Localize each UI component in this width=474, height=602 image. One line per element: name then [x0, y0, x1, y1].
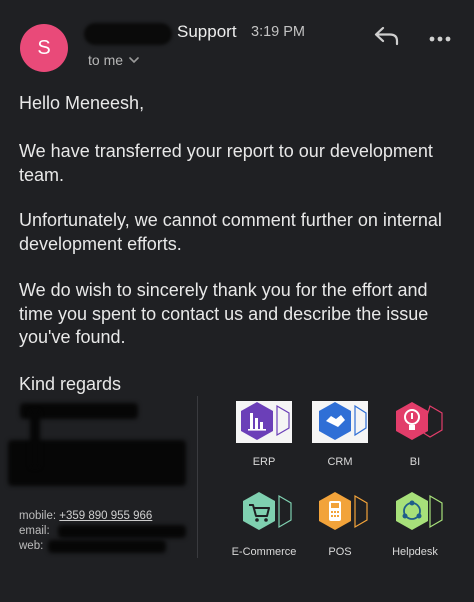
redacted-email-value	[58, 525, 186, 538]
helpdesk-icon	[386, 490, 444, 534]
pos-icon	[311, 490, 369, 534]
reply-icon	[374, 26, 400, 51]
mobile-link[interactable]: +359 890 955 966	[59, 510, 152, 522]
mobile-label: mobile:	[19, 510, 57, 522]
module-helpdesk[interactable]: Helpdesk	[377, 490, 453, 558]
module-label: CRM	[327, 456, 353, 468]
paragraph-3: We do wish to sincerely thank you for th…	[19, 280, 429, 347]
module-label: ERP	[252, 456, 276, 468]
email-label: email:	[19, 525, 50, 537]
signature-divider	[197, 396, 198, 558]
chevron-down-icon	[129, 55, 139, 67]
module-crm[interactable]: CRM	[302, 400, 378, 468]
bi-icon	[386, 400, 444, 444]
recipient-toggle[interactable]: to me	[88, 52, 139, 68]
redacted-web-value	[48, 540, 166, 553]
contact-web: web:	[19, 540, 43, 552]
more-horizontal-icon	[429, 29, 451, 47]
message-time: 3:19 PM	[251, 24, 305, 40]
sender-avatar[interactable]: S	[20, 24, 68, 72]
module-label: BI	[409, 456, 421, 468]
avatar-letter: S	[37, 36, 51, 59]
email-view: S Support 3:19 PM to me Hello Meneesh, W…	[0, 0, 474, 602]
web-label: web:	[19, 540, 44, 552]
contact-mobile: mobile: +359 890 955 966	[19, 510, 152, 522]
reply-button[interactable]	[373, 26, 401, 50]
closing: Kind regards	[19, 374, 122, 394]
redacted-sender-prefix	[84, 23, 172, 45]
recipient-label: to me	[88, 52, 124, 68]
module-label: Helpdesk	[392, 546, 438, 558]
module-ecommerce[interactable]: E-Commerce	[226, 490, 302, 558]
greeting: Hello Meneesh,	[19, 93, 145, 113]
paragraph-2: Unfortunately, we cannot comment further…	[19, 210, 442, 254]
module-bi[interactable]: BI	[377, 400, 453, 468]
redacted-signature-mark	[30, 410, 40, 468]
module-pos[interactable]: POS	[302, 490, 378, 558]
ecommerce-icon	[235, 490, 293, 534]
paragraph-1: We have transferred your report to our d…	[19, 141, 433, 185]
erp-icon	[235, 400, 293, 444]
more-options-button[interactable]	[426, 28, 454, 48]
module-erp[interactable]: ERP	[226, 400, 302, 468]
crm-icon	[311, 400, 369, 444]
sender-name[interactable]: Support	[177, 22, 237, 42]
module-label: E-Commerce	[231, 546, 297, 558]
contact-email: email:	[19, 525, 50, 537]
module-label: POS	[328, 546, 352, 558]
